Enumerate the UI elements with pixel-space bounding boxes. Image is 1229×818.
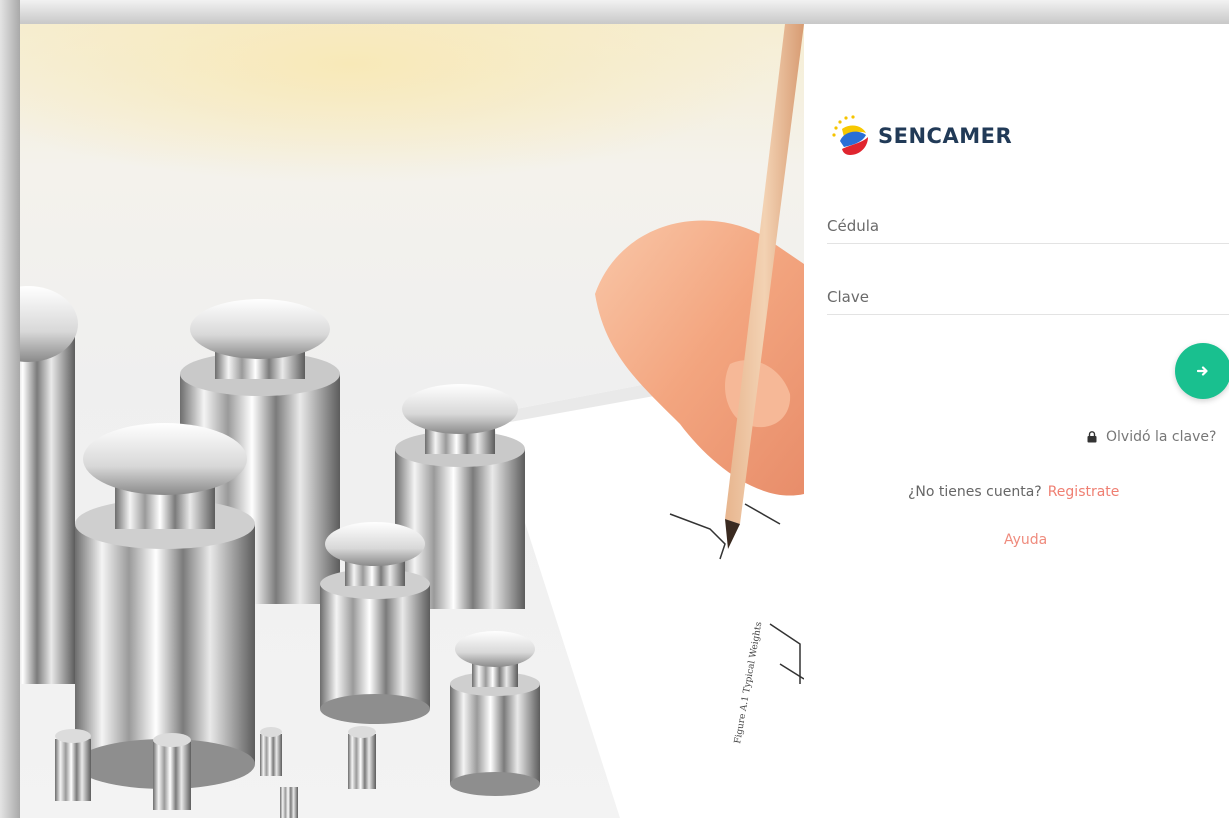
no-account-label: ¿No tienes cuenta? <box>908 484 1042 500</box>
cedula-input[interactable] <box>827 217 1229 235</box>
frame-left-border <box>0 0 20 818</box>
weights-illustration: Figure A.1 Typical Weights <box>20 24 804 818</box>
help-link[interactable]: Ayuda <box>1004 532 1047 548</box>
frame-top-border <box>0 0 1229 24</box>
arrow-right-icon <box>1197 366 1208 376</box>
login-panel: SENCAMER Olvidó la clave? ¿No tienes cue… <box>804 24 1229 818</box>
forgot-password-label[interactable]: Olvidó la clave? <box>1106 429 1216 445</box>
clave-input[interactable] <box>827 288 1229 306</box>
clave-field[interactable] <box>827 274 1229 315</box>
brand-name: SENCAMER <box>878 124 1013 148</box>
cedula-field[interactable] <box>827 203 1229 244</box>
login-submit-button[interactable] <box>1175 343 1229 399</box>
sencamer-logo-icon <box>832 115 868 155</box>
brand-logo: SENCAMER <box>828 112 1012 160</box>
window-frame: Figure A.1 Typical Weights SENCAMER Cédu… <box>0 0 1229 818</box>
register-link[interactable]: Registrate <box>1048 484 1120 500</box>
forgot-password-link[interactable]: Olvidó la clave? <box>1087 429 1216 445</box>
signup-prompt: ¿No tienes cuenta? Registrate <box>908 484 1119 500</box>
hero-image: Figure A.1 Typical Weights <box>20 24 804 818</box>
lock-icon <box>1087 431 1097 443</box>
